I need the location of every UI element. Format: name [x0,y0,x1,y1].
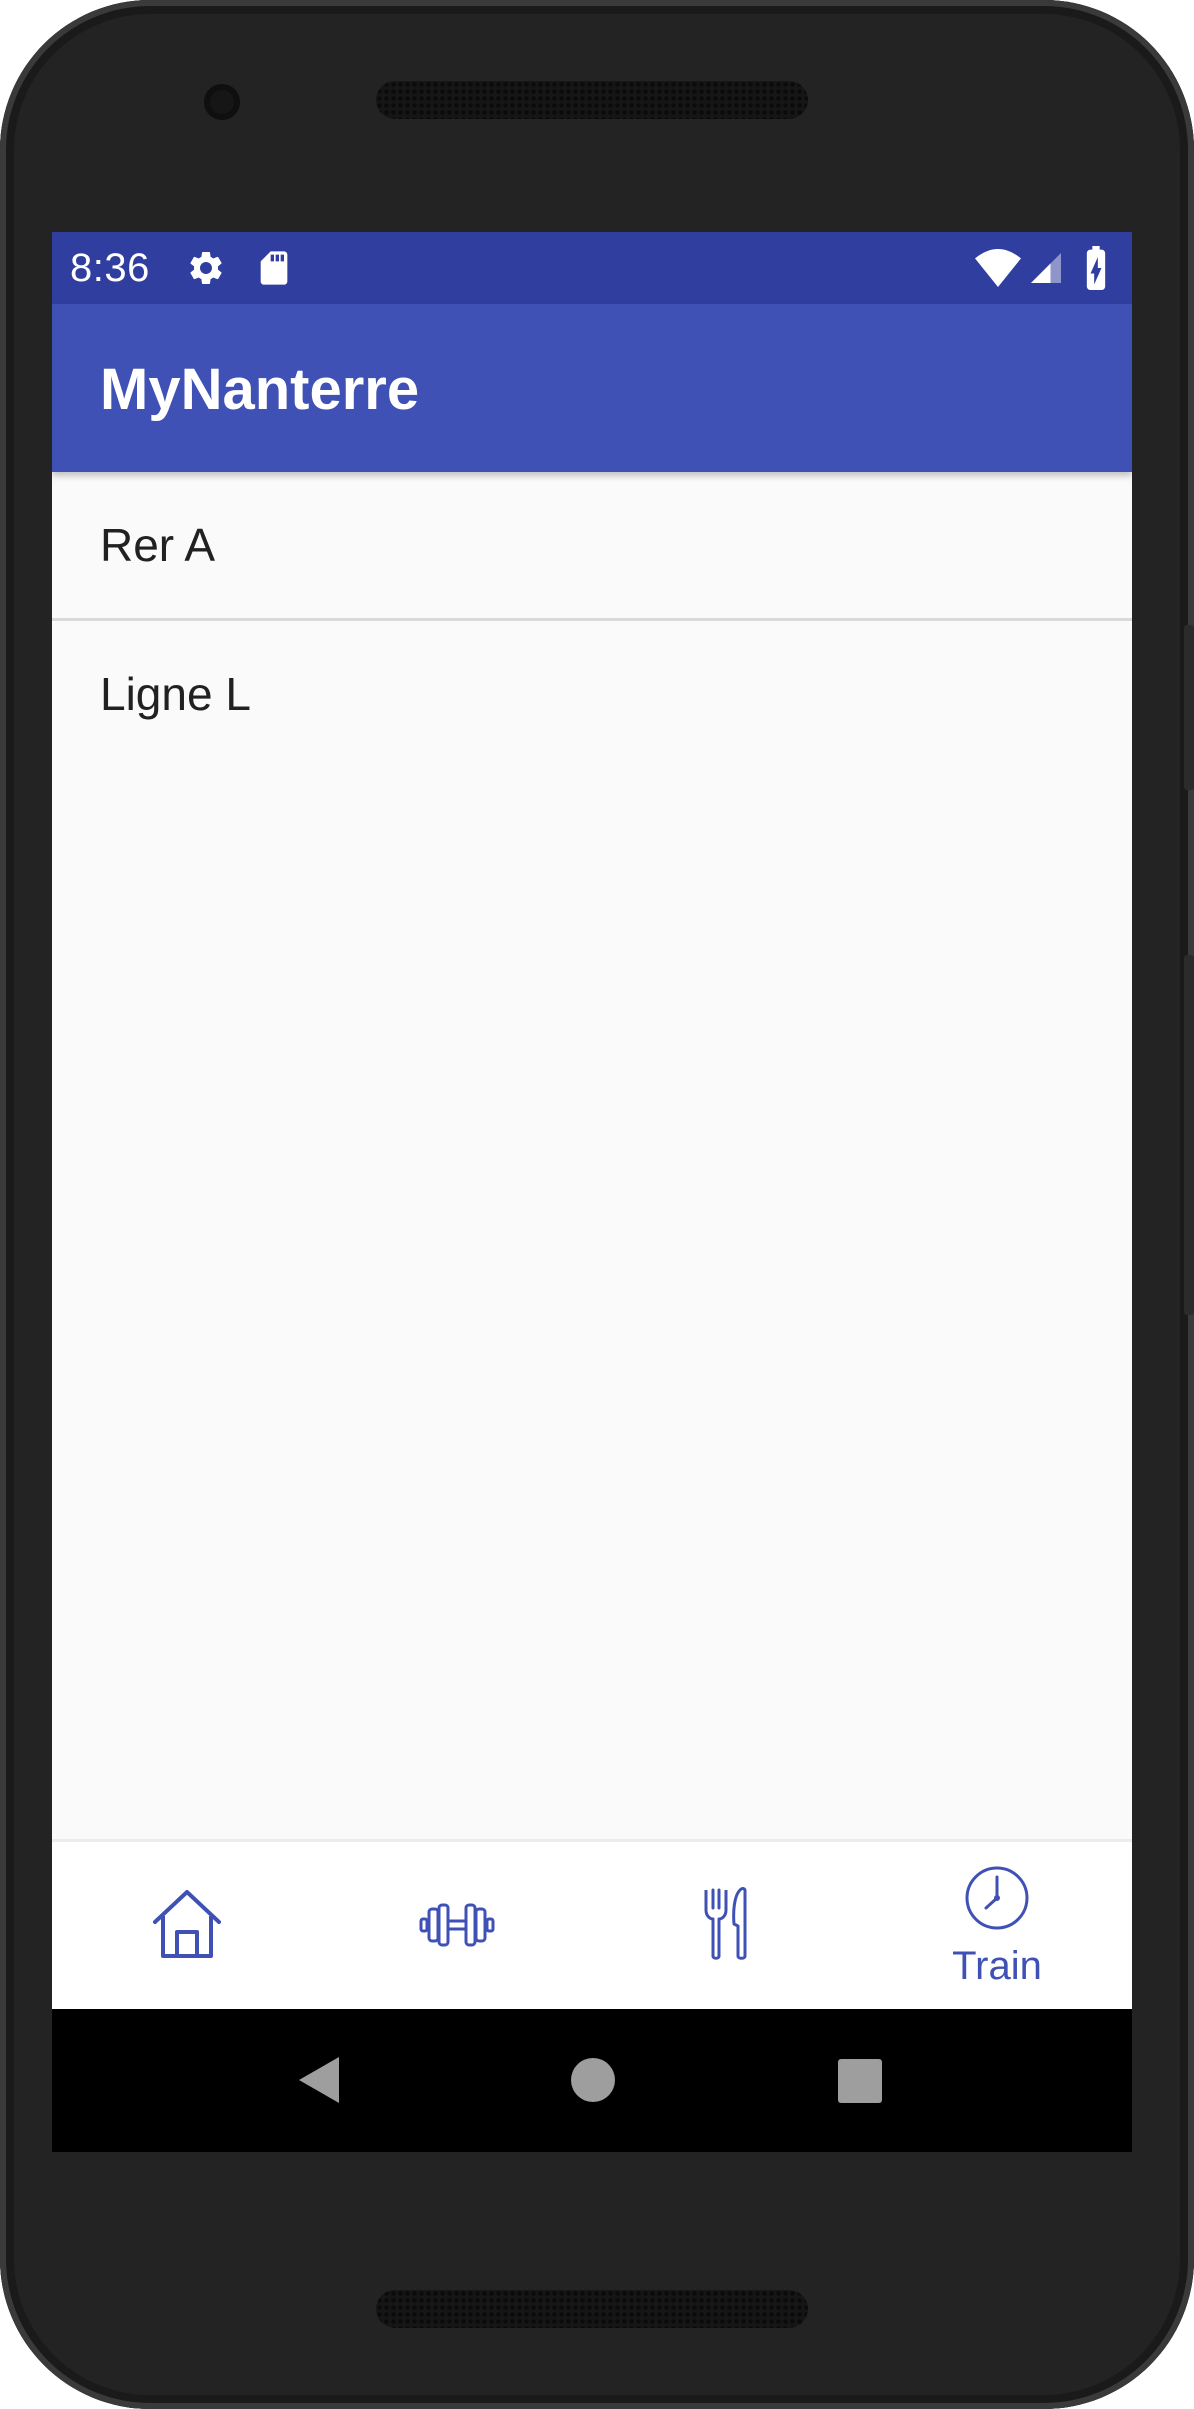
list-item-rer-a[interactable]: Rer A [52,472,1132,618]
nav-item-gym[interactable] [322,1842,592,2009]
settings-gear-icon [190,252,222,284]
home-circle-icon[interactable] [570,2057,616,2103]
front-camera [204,84,240,120]
home-icon [153,1890,221,1958]
wifi-icon [975,249,1021,287]
status-bar: 8:36 [52,232,1132,304]
bottom-speaker [376,2290,808,2328]
list-item-label: Rer A [100,519,216,571]
clock-icon [965,1866,1029,1930]
train-line-list: Rer A Ligne L [52,472,1132,767]
phone-frame: 8:36 MyNanterre Rer A Ligne L Train [0,0,1194,2409]
nav-label-train: Train [952,1944,1042,1988]
battery-charging-icon [1086,246,1106,290]
list-item-label: Ligne L [100,668,251,720]
power-button [1184,625,1194,790]
status-time: 8:36 [70,246,150,290]
back-icon[interactable] [297,2055,341,2105]
fork-knife-icon [704,1887,747,1960]
app-title: MyNanterre [100,357,420,422]
app-bar: MyNanterre [52,304,1132,472]
list-item-ligne-l[interactable]: Ligne L [52,621,1132,767]
volume-button [1184,955,1194,1315]
nav-item-train[interactable]: Train [862,1842,1132,2009]
cell-signal-icon [1031,253,1061,283]
top-speaker [376,81,808,119]
screen: 8:36 MyNanterre Rer A Ligne L Train [52,232,1132,2152]
nav-item-restaurant[interactable] [592,1842,862,2009]
sd-card-icon [260,251,288,285]
system-navigation-bar [52,2009,1132,2152]
recents-square-icon[interactable] [838,2059,882,2103]
bottom-navigation: Train [52,1839,1132,2009]
dumbbell-icon [419,1903,495,1947]
nav-item-home[interactable] [52,1842,322,2009]
